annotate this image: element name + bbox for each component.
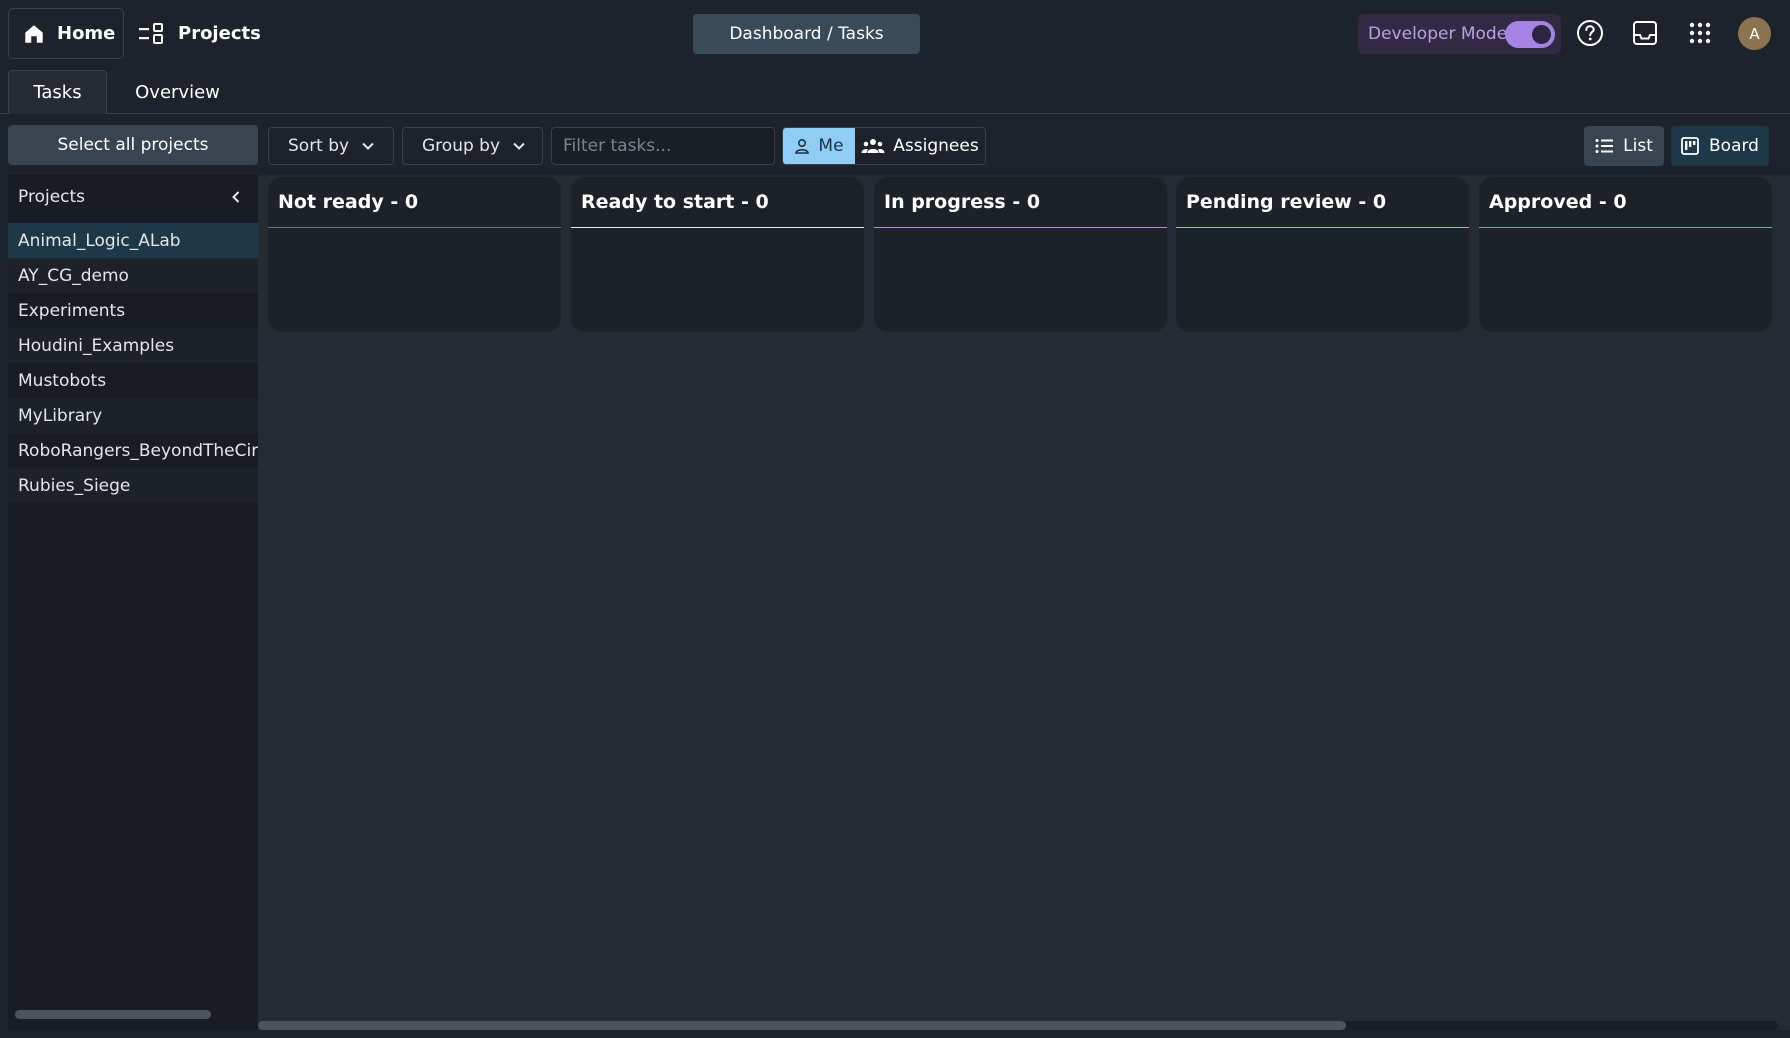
projects-label: Projects — [178, 23, 261, 44]
filter-tasks-input[interactable] — [551, 127, 775, 165]
list-view-button[interactable]: List — [1584, 126, 1664, 166]
user-avatar[interactable]: A — [1738, 17, 1771, 50]
chevron-down-icon — [512, 139, 526, 153]
project-item[interactable]: MyLibrary — [8, 398, 258, 433]
me-label: Me — [818, 136, 844, 156]
project-item[interactable]: Experiments — [8, 293, 258, 328]
apps-grid-icon[interactable] — [1685, 18, 1715, 48]
column-in-progress: In progress - 0 — [874, 177, 1167, 332]
projects-sidebar: Projects Animal_Logic_ALab AY_CG_demo Ex… — [8, 175, 258, 1030]
board-label: Board — [1709, 136, 1759, 156]
breadcrumb[interactable]: Dashboard / Tasks — [693, 14, 920, 54]
chevron-down-icon — [361, 139, 375, 153]
help-icon[interactable] — [1575, 18, 1605, 48]
developer-mode-label: Developer Mode — [1368, 24, 1508, 44]
assignee-filter-toggle: Me Assignees — [782, 127, 986, 165]
column-header: Ready to start - 0 — [571, 177, 864, 228]
column-header: Pending review - 0 — [1176, 177, 1469, 228]
chevron-left-icon[interactable] — [228, 189, 244, 205]
sidebar-scrollbar[interactable] — [15, 1010, 211, 1019]
task-board: Not ready - 0 Ready to start - 0 In prog… — [258, 175, 1790, 1038]
person-icon — [794, 138, 810, 154]
sort-by-dropdown[interactable]: Sort by — [268, 127, 394, 165]
project-item[interactable]: Mustobots — [8, 363, 258, 398]
assignees-filter-button[interactable]: Assignees — [855, 128, 985, 164]
group-by-dropdown[interactable]: Group by — [402, 127, 543, 165]
column-not-ready: Not ready - 0 — [268, 177, 561, 332]
column-header: Approved - 0 — [1479, 177, 1772, 228]
home-button[interactable]: Home — [8, 8, 124, 59]
toggle-knob — [1532, 25, 1551, 44]
project-item[interactable]: RoboRangers_BeyondTheCirc — [8, 433, 258, 468]
tab-tasks[interactable]: Tasks — [8, 70, 107, 114]
sidebar-header: Projects — [8, 175, 258, 219]
home-label: Home — [57, 23, 116, 44]
list-icon — [1595, 138, 1614, 154]
board-scrollbar[interactable] — [258, 1021, 1778, 1030]
group-by-label: Group by — [422, 136, 501, 156]
bottom-strip — [0, 1030, 1790, 1038]
board-icon — [1681, 137, 1699, 155]
project-item[interactable]: AY_CG_demo — [8, 258, 258, 293]
column-header: Not ready - 0 — [268, 177, 561, 228]
assignees-label: Assignees — [893, 136, 979, 156]
board-scrollbar-thumb[interactable] — [258, 1021, 1346, 1030]
column-pending-review: Pending review - 0 — [1176, 177, 1469, 332]
column-ready-to-start: Ready to start - 0 — [571, 177, 864, 332]
developer-mode-toggle[interactable] — [1505, 21, 1555, 48]
column-approved: Approved - 0 — [1479, 177, 1772, 332]
column-header: In progress - 0 — [874, 177, 1167, 228]
sidebar-title: Projects — [18, 187, 86, 207]
projects-button[interactable]: Projects — [138, 8, 261, 59]
top-bar: Home Projects Dashboard / Tasks Develope… — [0, 0, 1790, 66]
list-label: List — [1623, 136, 1653, 156]
sort-by-label: Sort by — [288, 136, 350, 156]
project-list: Animal_Logic_ALab AY_CG_demo Experiments… — [8, 223, 258, 503]
project-item[interactable]: Animal_Logic_ALab — [8, 223, 258, 258]
me-filter-button[interactable]: Me — [783, 128, 855, 164]
group-icon — [861, 138, 885, 154]
project-item[interactable]: Houdini_Examples — [8, 328, 258, 363]
select-all-projects-button[interactable]: Select all projects — [8, 125, 258, 165]
tab-overview[interactable]: Overview — [120, 70, 235, 114]
tab-bar: Tasks Overview — [0, 66, 1790, 114]
project-item[interactable]: Rubies_Siege — [8, 468, 258, 503]
developer-mode-switch[interactable]: Developer Mode — [1358, 14, 1561, 54]
board-view-button[interactable]: Board — [1671, 126, 1769, 166]
home-icon — [23, 23, 45, 45]
inbox-icon[interactable] — [1630, 18, 1660, 48]
projects-icon — [138, 22, 166, 46]
